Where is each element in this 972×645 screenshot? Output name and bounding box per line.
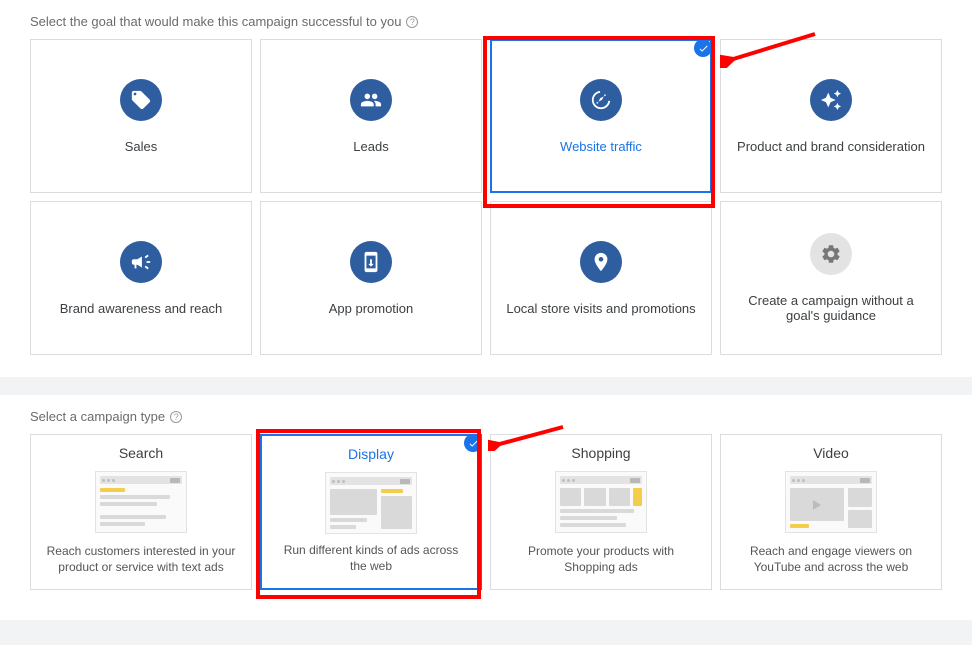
type-card-search[interactable]: Search Reach customers interested in you… xyxy=(30,434,252,590)
pin-icon xyxy=(580,241,622,283)
tag-icon xyxy=(120,79,162,121)
goal-label: Brand awareness and reach xyxy=(60,301,223,316)
goal-card-sales[interactable]: Sales xyxy=(30,39,252,193)
goal-label: App promotion xyxy=(329,301,414,316)
types-title-text: Select a campaign type xyxy=(30,409,165,424)
type-card-video[interactable]: Video Reach and engage viewer xyxy=(720,434,942,590)
goal-label: Product and brand consideration xyxy=(737,139,925,154)
app-icon xyxy=(350,241,392,283)
types-section-title: Select a campaign type ? xyxy=(30,409,942,424)
click-icon xyxy=(580,79,622,121)
type-title: Display xyxy=(348,446,394,462)
types-panel: Select a campaign type ? Search xyxy=(0,395,972,620)
goals-section-title: Select the goal that would make this cam… xyxy=(30,14,942,29)
goal-label: Create a campaign without a goal's guida… xyxy=(731,293,931,323)
type-card-display[interactable]: Display Run different kinds of ads acros… xyxy=(260,434,482,590)
megaphone-icon xyxy=(120,241,162,283)
goal-label: Local store visits and promotions xyxy=(506,301,695,316)
type-card-shopping[interactable]: Shopping Promote your products with Shop… xyxy=(490,434,712,590)
type-title: Video xyxy=(813,445,849,461)
goal-label: Leads xyxy=(353,139,388,154)
type-title: Shopping xyxy=(571,445,630,461)
search-thumb-icon xyxy=(95,471,187,533)
goal-card-app-promotion[interactable]: App promotion xyxy=(260,201,482,355)
goal-label: Website traffic xyxy=(560,139,642,154)
type-desc: Promote your products with Shopping ads xyxy=(505,543,697,575)
type-desc: Reach and engage viewers on YouTube and … xyxy=(735,543,927,575)
goal-card-brand-awareness[interactable]: Brand awareness and reach xyxy=(30,201,252,355)
types-grid: Search Reach customers interested in you… xyxy=(30,434,942,590)
goal-card-local-store[interactable]: Local store visits and promotions xyxy=(490,201,712,355)
checkmark-icon xyxy=(464,434,482,452)
type-desc: Run different kinds of ads across the we… xyxy=(276,542,466,574)
gear-icon xyxy=(810,233,852,275)
people-icon xyxy=(350,79,392,121)
checkmark-icon xyxy=(694,39,712,57)
type-title: Search xyxy=(119,445,163,461)
type-desc: Reach customers interested in your produ… xyxy=(45,543,237,575)
goal-label: Sales xyxy=(125,139,158,154)
video-thumb-icon xyxy=(785,471,877,533)
goal-card-brand-consideration[interactable]: Product and brand consideration xyxy=(720,39,942,193)
goals-panel: Select the goal that would make this cam… xyxy=(0,0,972,377)
goal-card-website-traffic[interactable]: Website traffic xyxy=(490,39,712,193)
goals-grid: Sales Leads Website traffic Product and … xyxy=(30,39,942,355)
help-icon[interactable]: ? xyxy=(406,16,418,28)
goal-card-no-goal[interactable]: Create a campaign without a goal's guida… xyxy=(720,201,942,355)
help-icon[interactable]: ? xyxy=(170,411,182,423)
display-thumb-icon xyxy=(325,472,417,534)
shopping-thumb-icon xyxy=(555,471,647,533)
goal-card-leads[interactable]: Leads xyxy=(260,39,482,193)
sparkle-icon xyxy=(810,79,852,121)
goals-title-text: Select the goal that would make this cam… xyxy=(30,14,401,29)
